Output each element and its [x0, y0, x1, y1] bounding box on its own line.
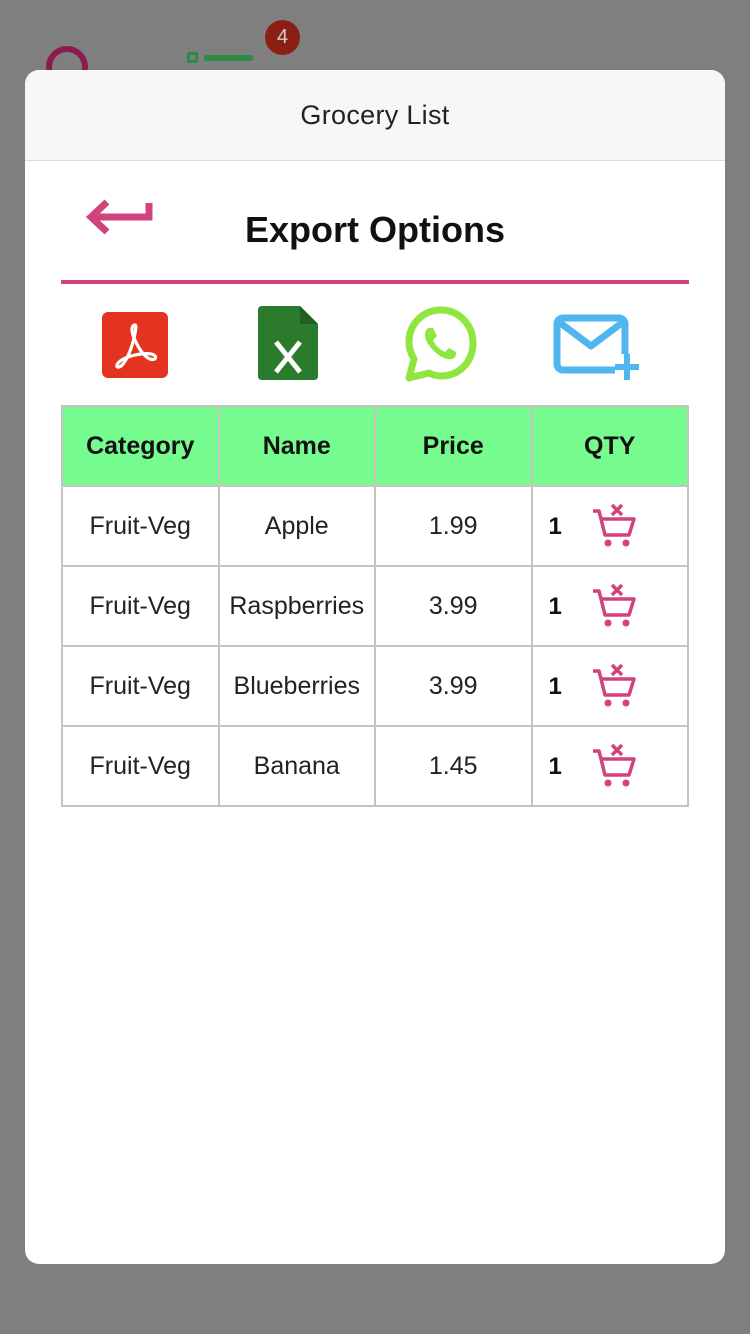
background-checkbox-icon [187, 52, 198, 63]
grocery-table: Category Name Price QTY Fruit-Veg Apple … [61, 405, 689, 807]
name-cell: Banana [217, 725, 376, 807]
export-whatsapp-button[interactable] [403, 306, 479, 387]
cart-remove-icon [592, 503, 636, 547]
name-cell: Apple [217, 485, 376, 567]
column-header-price: Price [374, 405, 533, 487]
qty-cell: 1 [530, 725, 689, 807]
export-email-button[interactable] [553, 314, 641, 391]
price-cell: 1.45 [374, 725, 533, 807]
price-cell: 3.99 [374, 565, 533, 647]
qty-value: 1 [548, 593, 562, 620]
email-add-icon [553, 314, 641, 380]
remove-from-cart-button[interactable] [591, 503, 637, 549]
modal-header: Grocery List [25, 70, 725, 161]
remove-from-cart-button[interactable] [591, 583, 637, 629]
export-title-row: Export Options [25, 161, 725, 281]
modal-title: Grocery List [300, 99, 450, 130]
column-header-name: Name [217, 405, 376, 487]
pdf-icon [102, 312, 168, 378]
table-row: Fruit-Veg Banana 1.45 1 [61, 725, 689, 807]
table-row: Fruit-Veg Raspberries 3.99 1 [61, 565, 689, 647]
table-row: Fruit-Veg Blueberries 3.99 1 [61, 645, 689, 727]
export-modal: Grocery List Export Options Category Nam… [25, 70, 725, 1264]
name-cell: Raspberries [217, 565, 376, 647]
qty-cell: 1 [530, 485, 689, 567]
background-bar [204, 55, 253, 61]
qty-value: 1 [548, 673, 562, 700]
section-title: Export Options [245, 209, 505, 250]
cart-remove-icon [592, 743, 636, 787]
category-cell: Fruit-Veg [61, 645, 220, 727]
table-header-row: Category Name Price QTY [61, 405, 689, 487]
cart-remove-icon [592, 663, 636, 707]
qty-value: 1 [548, 753, 562, 780]
price-cell: 1.99 [374, 485, 533, 567]
table-row: Fruit-Veg Apple 1.99 1 [61, 485, 689, 567]
remove-from-cart-button[interactable] [591, 663, 637, 709]
category-cell: Fruit-Veg [61, 565, 220, 647]
qty-value: 1 [548, 513, 562, 540]
cart-remove-icon [592, 583, 636, 627]
category-cell: Fruit-Veg [61, 725, 220, 807]
export-options [61, 306, 689, 386]
column-header-qty: QTY [530, 405, 689, 487]
whatsapp-icon [405, 306, 477, 382]
remove-from-cart-button[interactable] [591, 743, 637, 789]
excel-icon [258, 306, 318, 380]
export-pdf-button[interactable] [102, 312, 168, 383]
category-cell: Fruit-Veg [61, 485, 220, 567]
name-cell: Blueberries [217, 645, 376, 727]
price-cell: 3.99 [374, 645, 533, 727]
notification-badge: 4 [265, 20, 300, 55]
column-header-category: Category [61, 405, 220, 487]
export-excel-button[interactable] [258, 306, 318, 385]
title-divider [61, 280, 689, 284]
qty-cell: 1 [530, 565, 689, 647]
qty-cell: 1 [530, 645, 689, 727]
